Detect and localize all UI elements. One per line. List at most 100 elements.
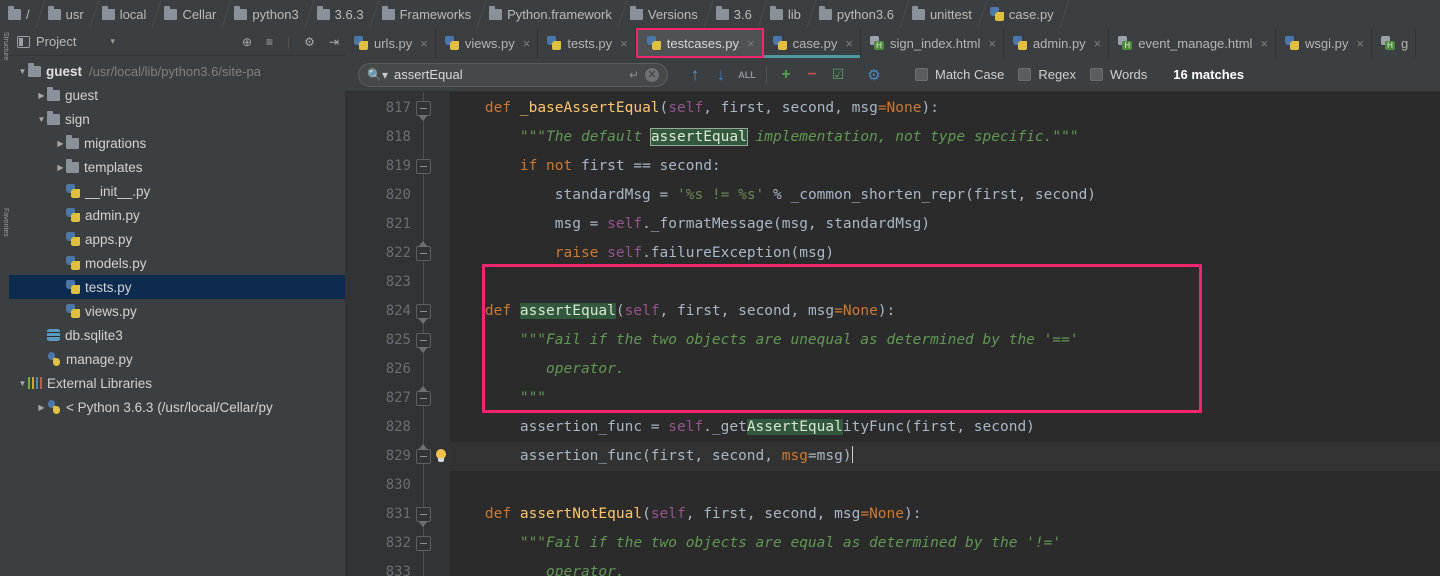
- fold-tip-icon[interactable]: [416, 385, 431, 393]
- chevron-down-icon[interactable]: ▾: [110, 36, 115, 47]
- fold-toggle-icon[interactable]: [416, 536, 431, 551]
- tree-item-guest[interactable]: ▶ guest: [9, 83, 345, 107]
- code-line-text[interactable]: def assertEqual(self, first, second, msg…: [450, 297, 895, 326]
- editor-lines[interactable]: 817 def _baseAssertEqual(self, first, se…: [345, 92, 1440, 576]
- code-line-text[interactable]: operator.: [450, 558, 625, 576]
- editor-tab-views-py[interactable]: views.py ×: [436, 28, 539, 58]
- code-line-text[interactable]: def assertNotEqual(self, first, second, …: [450, 500, 922, 529]
- match-case-box[interactable]: [915, 68, 928, 81]
- code-line[interactable]: 822 raise self.failureException(msg): [345, 239, 1440, 268]
- fold-toggle-icon[interactable]: [416, 333, 431, 348]
- settings-gear-icon[interactable]: ⚙: [304, 35, 315, 49]
- code-line[interactable]: 827 """: [345, 384, 1440, 413]
- code-line-text[interactable]: """Fail if the two objects are equal as …: [450, 529, 1061, 558]
- editor-tab-g[interactable]: g: [1372, 28, 1417, 58]
- editor-tab-urls-py[interactable]: urls.py ×: [345, 28, 436, 58]
- code-line-text[interactable]: """The default assertEqual implementatio…: [450, 123, 1079, 152]
- tree-item-admin-py[interactable]: admin.py: [9, 203, 345, 227]
- fold-tip-icon[interactable]: [416, 521, 431, 529]
- code-line-text[interactable]: def _baseAssertEqual(self, first, second…: [450, 94, 939, 123]
- chevron-right-icon[interactable]: ▶: [55, 163, 66, 172]
- code-line[interactable]: 828 assertion_func = self._getAssertEqua…: [345, 413, 1440, 442]
- find-settings-gear-icon[interactable]: ⚙: [861, 62, 887, 88]
- code-line[interactable]: 829 assertion_func(first, second, msg=ms…: [345, 442, 1440, 471]
- breadcrumb-item[interactable]: Python.framework: [481, 0, 622, 28]
- tab-close-icon[interactable]: ×: [1260, 37, 1268, 50]
- code-line-text[interactable]: raise self.failureException(msg): [450, 239, 834, 268]
- editor-tab-sign-index-html[interactable]: sign_index.html ×: [861, 28, 1004, 58]
- editor-tab-tests-py[interactable]: tests.py ×: [538, 28, 636, 58]
- remove-selection-icon[interactable]: −: [799, 62, 825, 88]
- strip-item-favorites[interactable]: Favorites: [0, 208, 9, 286]
- code-editor[interactable]: 817 def _baseAssertEqual(self, first, se…: [345, 92, 1440, 576]
- breadcrumb-item[interactable]: python3.6: [811, 0, 904, 28]
- tree-item-tests-py[interactable]: tests.py: [9, 275, 345, 299]
- magnifier-icon[interactable]: 🔍▾: [367, 69, 388, 81]
- words-box[interactable]: [1089, 68, 1103, 81]
- tab-close-icon[interactable]: ×: [845, 37, 853, 50]
- tab-close-icon[interactable]: ×: [620, 37, 628, 50]
- breadcrumb-item[interactable]: unittest: [904, 0, 982, 28]
- breadcrumb-item[interactable]: usr: [40, 0, 94, 28]
- tab-close-icon[interactable]: ×: [420, 37, 428, 50]
- fold-toggle-icon[interactable]: [416, 304, 431, 319]
- tree-item-templates[interactable]: ▶ templates: [9, 155, 345, 179]
- code-line-text[interactable]: standardMsg = '%s != %s' % _common_short…: [450, 181, 1096, 210]
- select-all-occurrences-icon[interactable]: ☑: [825, 62, 851, 88]
- hide-panel-icon[interactable]: ⇥: [329, 35, 339, 49]
- fold-tip-icon[interactable]: [416, 347, 431, 355]
- code-line-text[interactable]: msg = self._formatMessage(msg, standardM…: [450, 210, 930, 239]
- fold-toggle-icon[interactable]: [416, 449, 431, 464]
- code-line[interactable]: 820 standardMsg = '%s != %s' % _common_s…: [345, 181, 1440, 210]
- tree-item-migrations[interactable]: ▶ migrations: [9, 131, 345, 155]
- tab-close-icon[interactable]: ×: [747, 37, 755, 50]
- editor-tab-wsgi-py[interactable]: wsgi.py ×: [1276, 28, 1372, 58]
- chevron-down-icon[interactable]: ▼: [17, 379, 28, 388]
- tab-close-icon[interactable]: ×: [1094, 37, 1102, 50]
- strip-item-structure[interactable]: Structure: [0, 32, 9, 110]
- code-line[interactable]: 832 """Fail if the two objects are equal…: [345, 529, 1440, 558]
- chevron-down-icon[interactable]: ▼: [36, 115, 47, 124]
- code-line-text[interactable]: """: [450, 384, 546, 413]
- chevron-down-icon[interactable]: ▼: [17, 67, 28, 76]
- breadcrumb-item[interactable]: lib: [762, 0, 811, 28]
- clear-x-icon[interactable]: ✕: [645, 67, 659, 82]
- breadcrumb-item[interactable]: Frameworks: [374, 0, 482, 28]
- fold-toggle-icon[interactable]: [416, 159, 431, 174]
- tab-close-icon[interactable]: ×: [523, 37, 531, 50]
- code-line[interactable]: 818 """The default assertEqual implement…: [345, 123, 1440, 152]
- fold-toggle-icon[interactable]: [416, 101, 431, 116]
- fold-toggle-icon[interactable]: [416, 246, 431, 261]
- code-line-text[interactable]: """Fail if the two objects are unequal a…: [450, 326, 1079, 355]
- fold-toggle-icon[interactable]: [416, 507, 431, 522]
- breadcrumb-item[interactable]: Cellar: [156, 0, 226, 28]
- breadcrumb-item[interactable]: python3: [226, 0, 308, 28]
- breadcrumb-item[interactable]: /: [2, 0, 40, 28]
- tree-item-manage-py[interactable]: manage.py: [9, 347, 345, 371]
- breadcrumb-item[interactable]: Versions: [622, 0, 708, 28]
- intention-bulb-icon[interactable]: [434, 449, 448, 463]
- search-input[interactable]: 🔍▾ assertEqual ↵ ✕: [358, 62, 668, 87]
- tree-item-sign[interactable]: ▼ sign: [9, 107, 345, 131]
- fold-tip-icon[interactable]: [416, 115, 431, 123]
- breadcrumb-item[interactable]: case.py: [982, 0, 1064, 28]
- collapse-target-icon[interactable]: ⊕: [242, 35, 252, 49]
- code-line-text[interactable]: assertion_func(first, second, msg=msg): [450, 442, 853, 471]
- code-line[interactable]: 824 def assertEqual(self, first, second,…: [345, 297, 1440, 326]
- find-next-button[interactable]: ↓: [708, 62, 734, 88]
- code-line-text[interactable]: assertion_func = self._getAssertEquality…: [450, 413, 1035, 442]
- tab-close-icon[interactable]: ×: [988, 37, 996, 50]
- code-line[interactable]: 830: [345, 471, 1440, 500]
- breadcrumb-item[interactable]: 3.6.3: [309, 0, 374, 28]
- fold-tip-icon[interactable]: [416, 318, 431, 326]
- fold-tip-icon[interactable]: [416, 240, 431, 248]
- editor-tab-case-py[interactable]: case.py ×: [763, 28, 861, 58]
- code-line[interactable]: 821 msg = self._formatMessage(msg, stand…: [345, 210, 1440, 239]
- chevron-right-icon[interactable]: ▶: [36, 91, 47, 100]
- chevron-right-icon[interactable]: ▶: [36, 403, 47, 412]
- tree-item-db-sqlite3[interactable]: db.sqlite3: [9, 323, 345, 347]
- tab-close-icon[interactable]: ×: [1356, 37, 1364, 50]
- breadcrumb-item[interactable]: local: [94, 0, 157, 28]
- chevron-right-icon[interactable]: ▶: [55, 139, 66, 148]
- find-all-icon[interactable]: ALL: [734, 62, 760, 88]
